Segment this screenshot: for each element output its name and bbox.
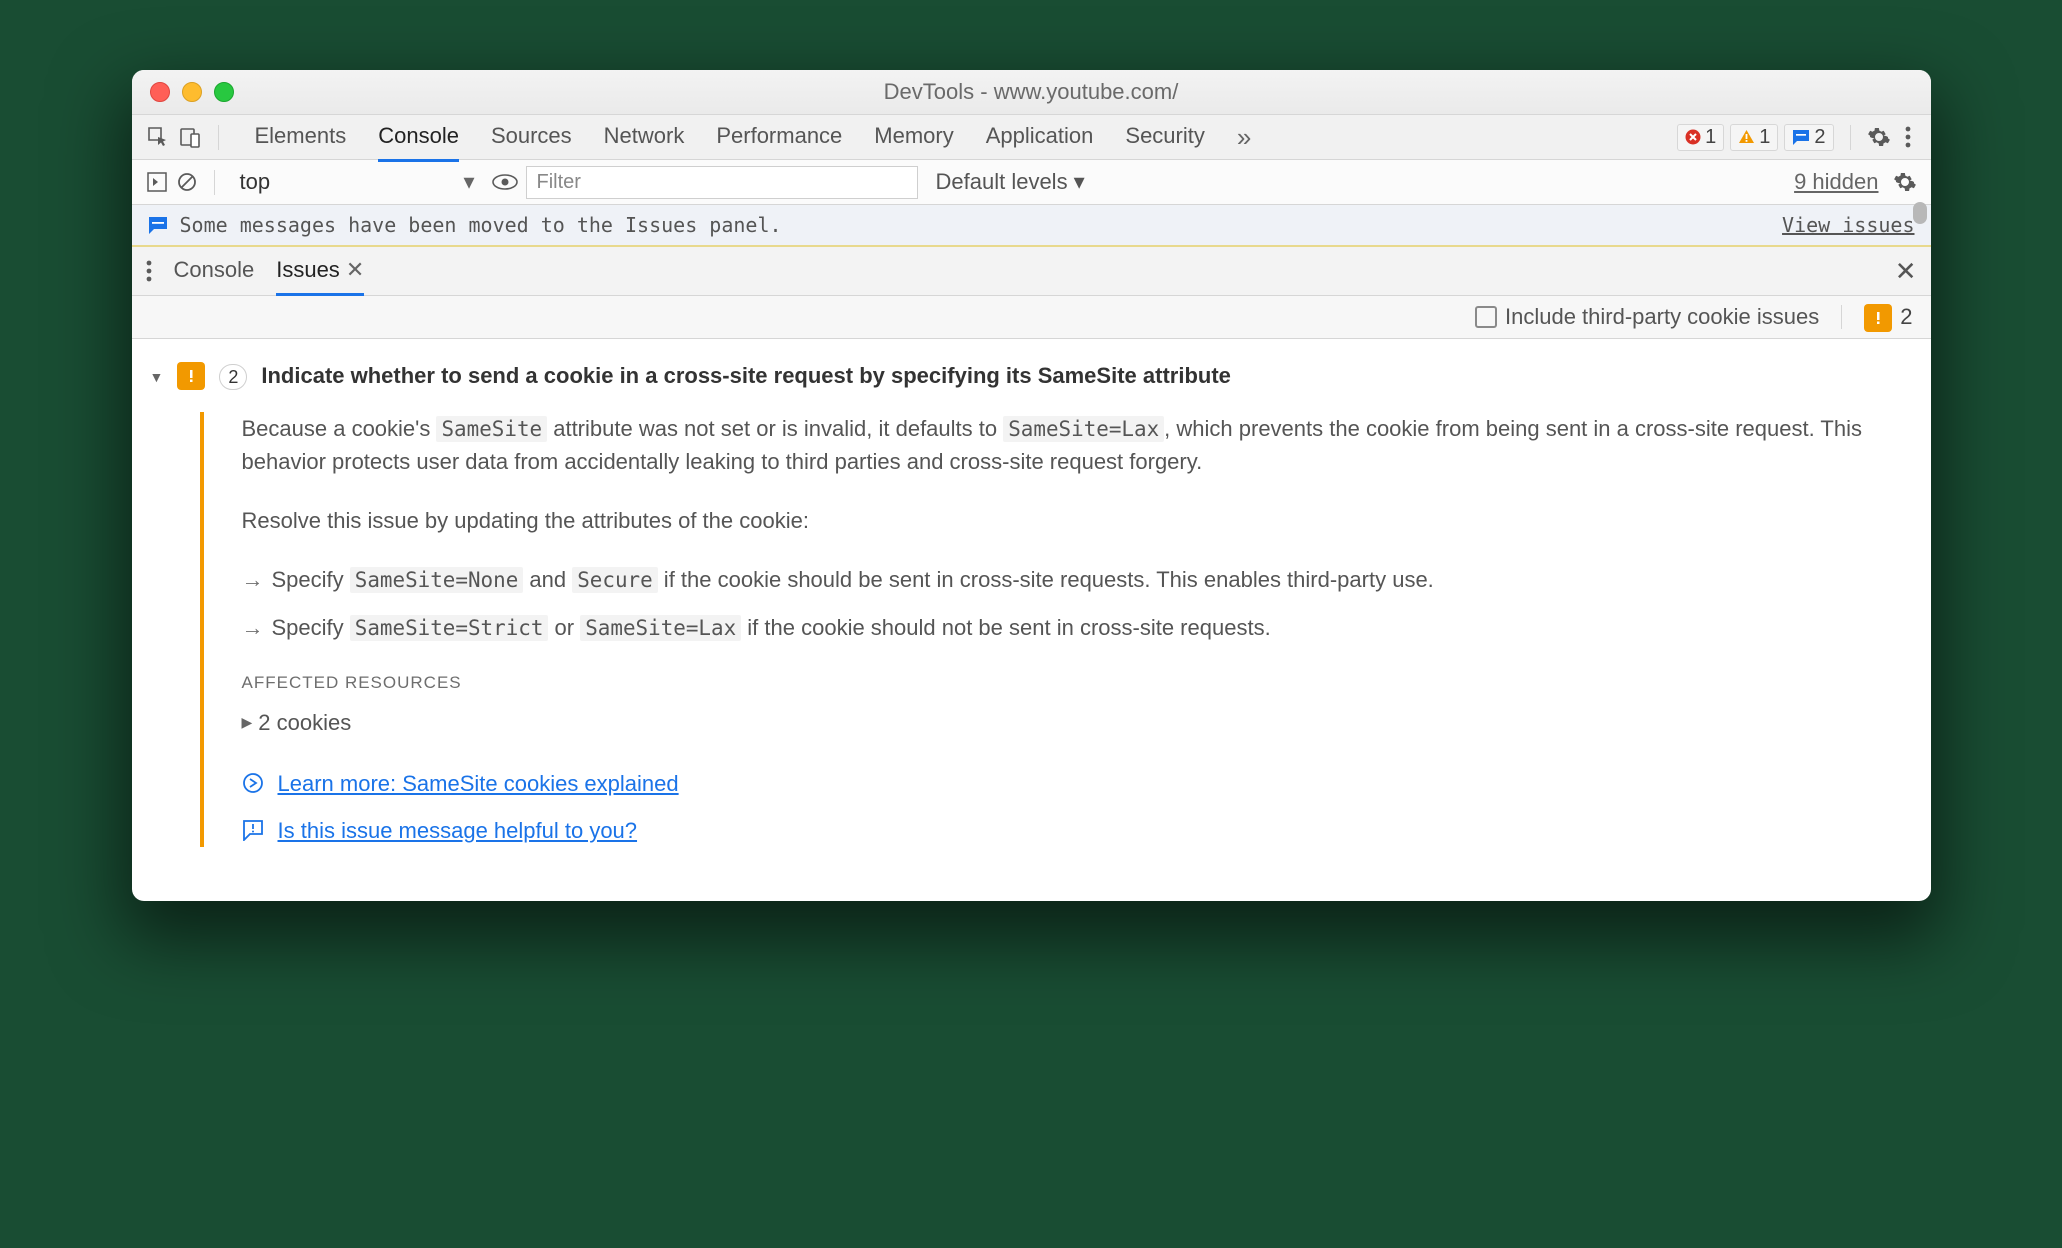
arrow-icon: → [242,611,264,644]
learn-more-link[interactable]: Learn more: SameSite cookies explained [278,767,679,800]
warning-badge-icon [177,362,205,390]
issues-total: 2 [1864,303,1912,332]
tab-application[interactable]: Application [986,113,1094,162]
error-icon [1685,129,1701,145]
window-title: DevTools - www.youtube.com/ [132,79,1931,105]
kebab-menu-icon[interactable] [1899,126,1917,148]
arrow-icon: → [242,563,264,596]
hidden-messages-link[interactable]: 9 hidden [1794,169,1878,195]
main-toolbar: Elements Console Sources Network Perform… [132,115,1931,160]
third-party-checkbox[interactable]: Include third-party cookie issues [1475,304,1819,330]
inspect-icon[interactable] [146,125,170,149]
issues-subbar: Include third-party cookie issues 2 [132,296,1931,339]
warning-icon [1738,129,1755,145]
device-toolbar-icon[interactable] [178,125,202,149]
dropdown-icon: ▾ [463,169,474,195]
checkbox-icon [1475,306,1497,328]
tab-security[interactable]: Security [1125,113,1204,162]
scrollbar-thumb[interactable] [1913,202,1927,224]
drawer-tab-console[interactable]: Console [174,247,255,296]
learn-more-row: Learn more: SameSite cookies explained [242,767,1913,800]
errors-chip[interactable]: 1 [1677,124,1724,151]
console-controls: top ▾ Filter Default levels ▾ 9 hidden [132,160,1931,205]
tab-elements[interactable]: Elements [255,113,347,162]
warnings-chip[interactable]: 1 [1730,124,1778,151]
close-tab-icon[interactable]: ✕ [346,257,364,282]
feedback-icon [242,819,264,841]
console-settings-icon[interactable] [1893,170,1917,194]
live-expression-icon[interactable] [492,173,518,191]
tab-console[interactable]: Console [378,113,459,162]
drawer-tab-issues[interactable]: Issues✕ [276,247,364,296]
affected-resources-item[interactable]: ▶ 2 cookies [242,706,1913,739]
external-link-icon [242,772,264,794]
settings-icon[interactable] [1867,125,1891,149]
execution-context-icon[interactable] [146,171,168,193]
info-icon [1792,129,1810,145]
panel-tabs: Elements Console Sources Network Perform… [255,113,1670,162]
issue-count-badge: 2 [219,364,247,390]
issue-description-1: Because a cookie's SameSite attribute wa… [242,412,1913,478]
feedback-row: Is this issue message helpful to you? [242,814,1913,847]
affected-resources-header: AFFECTED RESOURCES [242,670,1913,696]
drawer-kebab-icon[interactable] [146,260,152,282]
collapse-icon: ▼ [150,369,164,385]
banner-info-icon [148,216,168,234]
issues-banner: Some messages have been moved to the Iss… [132,205,1931,247]
issue-body: Because a cookie's SameSite attribute wa… [200,412,1913,847]
tab-performance[interactable]: Performance [716,113,842,162]
issue-description-2: Resolve this issue by updating the attri… [242,504,1913,537]
view-issues-link[interactable]: View issues [1782,213,1914,237]
issue-resolutions: → Specify SameSite=None and Secure if th… [242,563,1913,644]
issue-panel-body: ▼ 2 Indicate whether to send a cookie in… [132,339,1931,901]
banner-text: Some messages have been moved to the Iss… [180,213,782,237]
warning-badge-icon [1864,304,1892,332]
expand-icon: ▶ [242,712,253,733]
tab-network[interactable]: Network [604,113,685,162]
clear-console-icon[interactable] [176,171,198,193]
devtools-window: DevTools - www.youtube.com/ Elements Con… [132,70,1931,901]
tab-memory[interactable]: Memory [874,113,953,162]
tab-sources[interactable]: Sources [491,113,572,162]
titlebar: DevTools - www.youtube.com/ [132,70,1931,115]
issue-title: Indicate whether to send a cookie in a c… [261,363,1231,389]
context-selector[interactable]: top ▾ [231,165,484,199]
filter-input[interactable]: Filter [526,166,918,199]
close-drawer-icon[interactable]: ✕ [1895,256,1917,287]
issue-header[interactable]: ▼ 2 Indicate whether to send a cookie in… [150,361,1913,390]
info-chip[interactable]: 2 [1784,124,1833,151]
feedback-link[interactable]: Is this issue message helpful to you? [278,814,638,847]
drawer-tabs: Console Issues✕ ✕ [132,247,1931,296]
log-levels-selector[interactable]: Default levels ▾ [936,169,1085,195]
more-tabs-icon[interactable]: » [1237,122,1251,153]
status-chips: 1 1 2 [1677,124,1833,151]
